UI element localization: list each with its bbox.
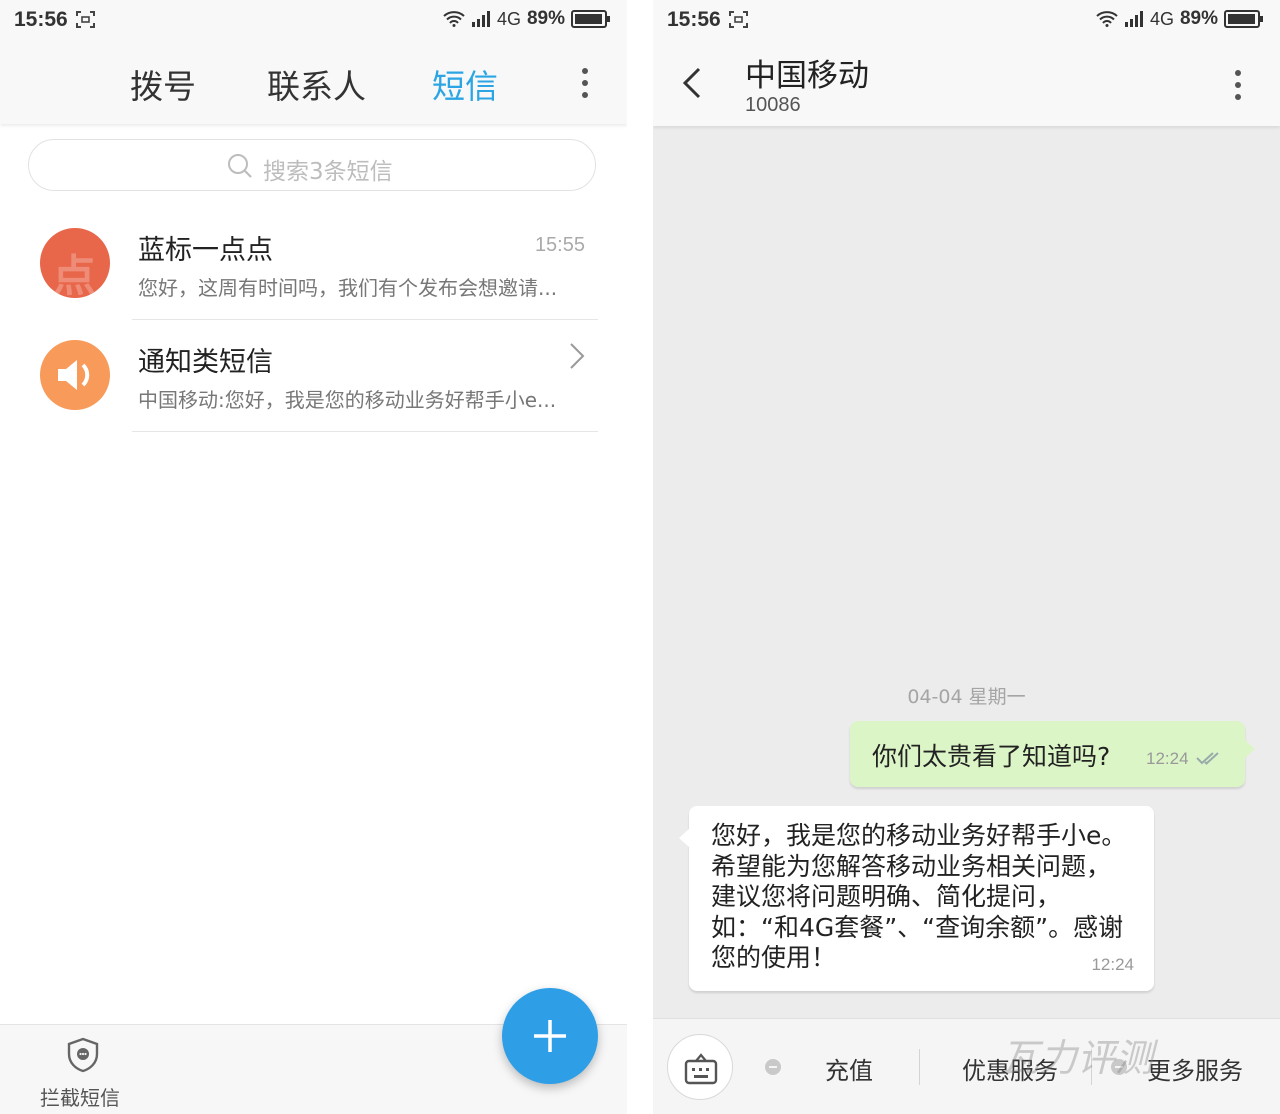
conversation-name: 蓝标一点点 bbox=[138, 235, 273, 266]
conversation-header: 15:56 4G 89% 中国移动 10086 bbox=[653, 0, 1280, 126]
keyboard-icon bbox=[684, 1053, 718, 1085]
screen-gap bbox=[627, 0, 653, 1114]
wifi-icon bbox=[1096, 11, 1118, 27]
service-menu-bar: 充值 优惠服务 更多服务 瓦力评测 bbox=[653, 1018, 1280, 1114]
status-bar: 15:56 4G 89% bbox=[0, 0, 627, 42]
conversation-name: 通知类短信 bbox=[138, 347, 273, 378]
battery-percent: 89% bbox=[526, 8, 565, 29]
message-text: 你们太贵看了知道吗? bbox=[872, 742, 1111, 771]
tab-contacts[interactable]: 联系人 bbox=[267, 60, 366, 108]
network-type: 4G bbox=[496, 8, 521, 29]
divider bbox=[132, 431, 598, 432]
contact-name: 中国移动 bbox=[745, 58, 869, 94]
speaker-icon bbox=[58, 360, 90, 390]
tab-dialer[interactable]: 拨号 bbox=[130, 60, 196, 108]
shield-icon[interactable] bbox=[66, 1037, 100, 1073]
messages-list-screen: 15:56 4G 89% 拨号 联系人 短信 搜索3条短信 点 蓝标一点点 15… bbox=[0, 0, 627, 1114]
more-options-icon[interactable] bbox=[1235, 70, 1241, 100]
menu-item-more-services[interactable]: 更多服务 bbox=[1147, 1051, 1243, 1086]
double-check-icon bbox=[1196, 752, 1219, 765]
wifi-icon bbox=[443, 11, 465, 27]
conversation-time: 15:55 bbox=[534, 234, 585, 256]
menu-icon bbox=[765, 1059, 781, 1075]
compose-button[interactable] bbox=[502, 988, 598, 1084]
status-bar: 15:56 4G 89% bbox=[653, 0, 1280, 42]
avatar: 点 bbox=[40, 228, 110, 298]
chevron-right-icon bbox=[570, 343, 585, 369]
status-time: 15:56 bbox=[14, 8, 68, 31]
search-icon bbox=[228, 154, 252, 178]
watermark: 瓦力评测 bbox=[1001, 1036, 1154, 1080]
app-header: 15:56 4G 89% 拨号 联系人 短信 bbox=[0, 0, 627, 124]
battery-icon bbox=[1224, 10, 1263, 28]
menu-item-recharge[interactable]: 充值 bbox=[825, 1051, 873, 1086]
outgoing-message[interactable]: 你们太贵看了知道吗? 12:24 bbox=[850, 721, 1255, 787]
conversation-screen: 15:56 4G 89% 中国移动 10086 04-04 星期一 你们太贵看了… bbox=[653, 0, 1280, 1114]
network-type: 4G bbox=[1149, 8, 1174, 29]
status-time: 15:56 bbox=[667, 8, 721, 31]
message-time: 12:24 bbox=[1091, 955, 1134, 974]
keyboard-toggle-button[interactable] bbox=[667, 1034, 733, 1100]
battery-percent: 89% bbox=[1179, 8, 1218, 29]
back-arrow-icon[interactable] bbox=[681, 66, 703, 100]
signal-icon bbox=[471, 11, 490, 27]
date-separator: 04-04 星期一 bbox=[907, 686, 1026, 708]
conversation-snippet: 您好，这周有时间吗，我们有个发布会想邀请... bbox=[138, 276, 558, 300]
battery-icon bbox=[571, 10, 610, 28]
avatar bbox=[40, 340, 110, 410]
screenshot-icon bbox=[76, 11, 95, 28]
incoming-message[interactable]: 您好，我是您的移动业务好帮手小e。希望能为您解答移动业务相关问题，建议您将问题明… bbox=[679, 806, 1154, 991]
avatar-initial: 点 bbox=[52, 251, 96, 298]
conversation-snippet: 中国移动:您好，我是您的移动业务好帮手小e... bbox=[138, 388, 557, 412]
message-time: 12:24 bbox=[1146, 749, 1189, 768]
search-placeholder: 搜索3条短信 bbox=[263, 159, 393, 185]
more-options-icon[interactable] bbox=[582, 68, 588, 98]
plus-icon bbox=[534, 1020, 566, 1052]
search-input[interactable]: 搜索3条短信 bbox=[28, 139, 596, 191]
message-text: 您好，我是您的移动业务好帮手小e。希望能为您解答移动业务相关问题，建议您将问题明… bbox=[711, 821, 1127, 972]
tab-messages[interactable]: 短信 bbox=[432, 60, 498, 108]
contact-number: 10086 bbox=[745, 94, 801, 116]
signal-icon bbox=[1124, 11, 1143, 27]
screenshot-icon bbox=[729, 11, 748, 28]
divider bbox=[919, 1049, 920, 1085]
blocked-messages-label[interactable]: 拦截短信 bbox=[40, 1082, 120, 1111]
